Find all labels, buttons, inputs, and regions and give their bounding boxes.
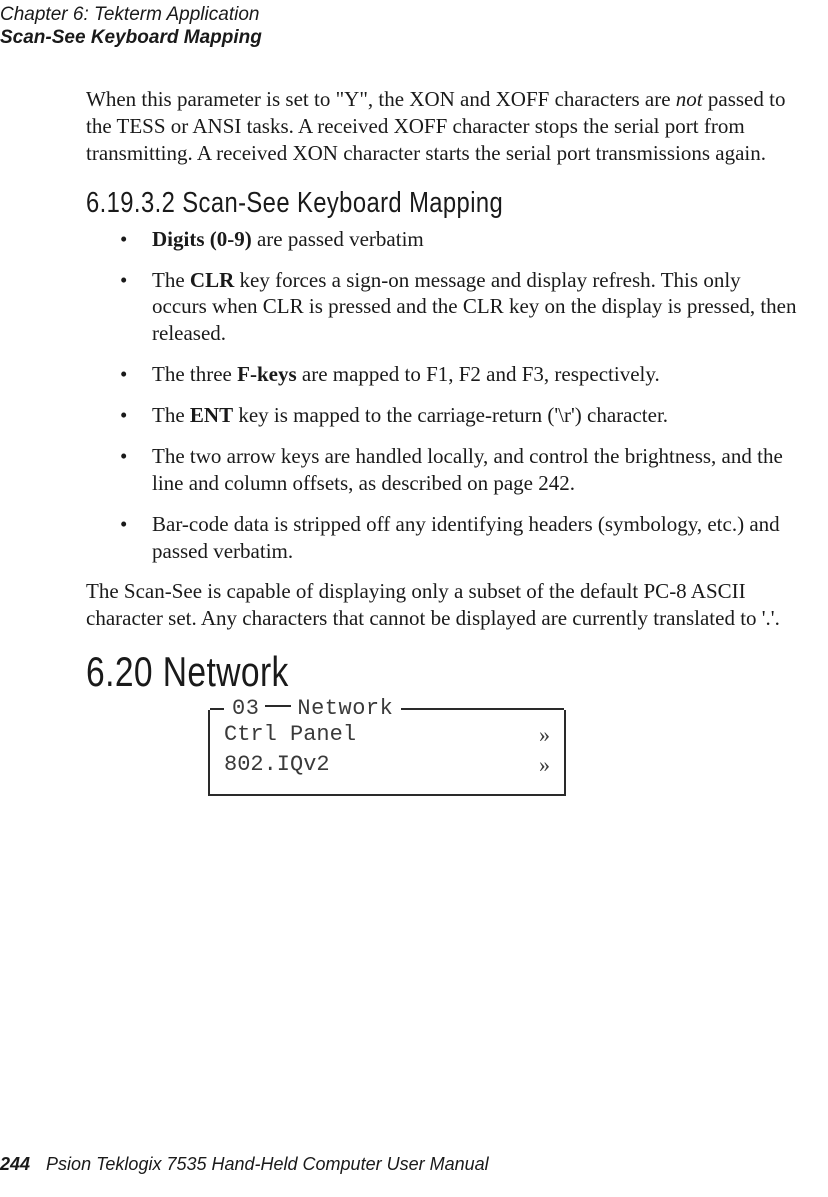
intro-pre: When this parameter is set to "Y", the X…: [86, 87, 676, 111]
header-chapter: Chapter 6: Tekterm Application: [0, 4, 262, 27]
bullet-bold: Digits (0-9): [152, 227, 252, 251]
figure-row: 802.IQv2 »: [224, 750, 550, 780]
list-item: The two arrow keys are handled locally, …: [86, 443, 800, 497]
border-segment: [401, 708, 564, 710]
header-section: Scan-See Keyboard Mapping: [0, 27, 262, 50]
network-figure-wrap: 03Network Ctrl Panel » 802.IQv2 »: [208, 710, 800, 795]
list-item: Digits (0-9) are passed verbatim: [86, 226, 800, 253]
bullet-list: Digits (0-9) are passed verbatim The CLR…: [86, 226, 800, 565]
bullet-bold: CLR: [190, 268, 234, 292]
bullet-pre: The: [152, 268, 190, 292]
bullet-text: The two arrow keys are handled locally, …: [152, 444, 783, 495]
figure-row: Ctrl Panel »: [224, 720, 550, 750]
heading-6-20: 6.20 Network: [86, 648, 657, 696]
chevron-right-icon: »: [539, 750, 550, 780]
bullet-text: Bar-code data is stripped off any identi…: [152, 512, 780, 563]
heading-6-19-3-2: 6.19.3.2 Scan-See Keyboard Mapping: [86, 187, 671, 220]
list-item: The ENT key is mapped to the carriage-re…: [86, 402, 800, 429]
figure-title-text: Network: [297, 696, 393, 721]
page-header: Chapter 6: Tekterm Application Scan-See …: [0, 4, 262, 50]
figure-title-num: 03: [232, 696, 259, 721]
figure-border: 03Network Ctrl Panel » 802.IQv2 »: [208, 710, 566, 795]
bullet-pre: The three: [152, 362, 237, 386]
list-item: The three F-keys are mapped to F1, F2 an…: [86, 361, 800, 388]
network-figure: 03Network Ctrl Panel » 802.IQv2 »: [208, 710, 566, 795]
chevron-right-icon: »: [539, 720, 550, 750]
bullet-bold: ENT: [190, 403, 233, 427]
list-item: The CLR key forces a sign-on message and…: [86, 267, 800, 348]
figure-title: 03 Network: [230, 696, 395, 721]
intro-not: not: [676, 87, 703, 111]
list-item: Bar-code data is stripped off any identi…: [86, 511, 800, 565]
page-footer: 244 Psion Teklogix 7535 Hand-Held Compute…: [0, 1154, 800, 1175]
after-list-paragraph: The Scan-See is capable of displaying on…: [86, 578, 800, 632]
intro-paragraph: When this parameter is set to "Y", the X…: [86, 86, 800, 167]
bullet-pre: The: [152, 403, 190, 427]
content: When this parameter is set to "Y", the X…: [86, 86, 800, 796]
bullet-text: are passed verbatim: [252, 227, 424, 251]
page-number: 244: [0, 1154, 30, 1174]
bullet-text: key forces a sign-on message and display…: [152, 268, 796, 346]
bullet-text: key is mapped to the carriage-return ('\…: [233, 403, 668, 427]
figure-row-label: 802.IQv2: [224, 750, 330, 780]
border-segment: [210, 708, 224, 710]
figure-row-label: Ctrl Panel: [224, 720, 356, 750]
figure-title-bar: 03 Network: [210, 696, 564, 720]
bullet-text: are mapped to F1, F2 and F3, respectivel…: [297, 362, 660, 386]
bullet-bold: F-keys: [237, 362, 297, 386]
dash-icon: [265, 705, 291, 707]
page: Chapter 6: Tekterm Application Scan-See …: [0, 0, 828, 1197]
footer-text: Psion Teklogix 7535 Hand-Held Computer U…: [46, 1154, 489, 1174]
